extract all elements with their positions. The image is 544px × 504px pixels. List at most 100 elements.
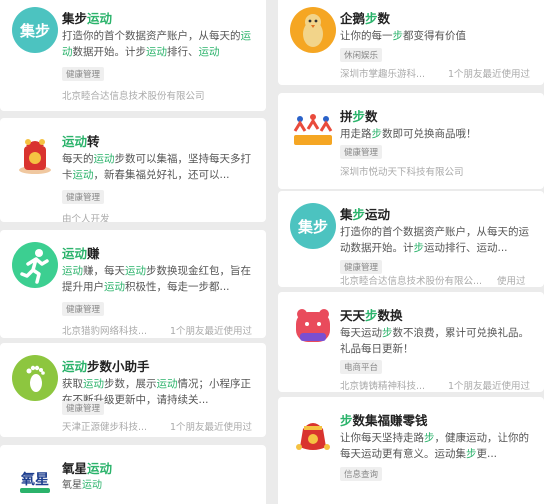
mini-program-title: 步数集福赚零钱 <box>340 410 428 429</box>
keyword-highlight: 步 <box>365 308 378 323</box>
left-results-column: 集步 集步运动 打造你的首个数据资产账户，从每天的运动数据开始。计步运动排行、运… <box>0 0 266 504</box>
developer-name: 北京铸铸精神科技... <box>340 381 426 392</box>
footprint-icon <box>12 355 58 401</box>
developer-name: 深圳市悦动天下科技有限公司 <box>340 167 464 178</box>
text-segment: 数据开始。计步 <box>72 46 147 58</box>
mini-program-description: 每天运动步数不浪费，累计可兑换礼品。礼品每日更新！ <box>340 325 534 357</box>
mini-program-title: 运动转 <box>62 131 100 150</box>
friends-used-indicator: 1个朋友最近使用过 <box>170 326 253 337</box>
category-tag: 健康管理 <box>62 67 105 81</box>
list-item[interactable]: 氧星 氧星运动 氧星运动 <box>0 445 266 504</box>
category-tag: 健康管理 <box>62 190 105 204</box>
keyword-highlight: 步 <box>365 11 378 26</box>
text-segment: 数 <box>365 109 378 124</box>
mini-program-title: 集步运动 <box>340 204 390 223</box>
keyword-highlight: 运动 <box>104 281 125 293</box>
list-item[interactable]: 步数集福赚零钱 让你每天坚持走路步，健康运动，让你的每天运动更有意义。运动集步更… <box>278 397 544 504</box>
text-segment: 每天运动 <box>340 327 382 339</box>
mini-program-title: 集步运动 <box>62 8 112 27</box>
penguin-icon <box>290 7 336 53</box>
keyword-highlight: 步 <box>382 327 393 339</box>
mini-program-title: 运动赚 <box>62 243 100 262</box>
keyword-highlight: 运动 <box>62 246 88 261</box>
keyword-highlight: 步 <box>424 432 435 444</box>
list-item[interactable]: 拼步数 用走路步数即可兑换商品哦！ 健康管理 深圳市悦动天下科技有限公司 <box>278 93 544 189</box>
keyword-highlight: 运动 <box>87 461 113 476</box>
text-segment: 氧星 <box>62 480 82 491</box>
text-segment: 数 <box>377 11 391 26</box>
keyword-highlight: 运动 <box>87 11 113 26</box>
category-tag: 健康管理 <box>62 302 105 316</box>
list-item[interactable]: 企鹅步数 让你的每一步都变得有价值 休闲娱乐 深圳市掌趣乐游科... 1个朋友最… <box>278 0 544 85</box>
list-item[interactable]: 运动步数小助手 获取运动步数，展示运动情况；小程序正在不断升级更新中，请持续关.… <box>0 343 266 437</box>
list-item[interactable]: 集步 集步运动 打造你的首个数据资产账户，从每天的运动数据开始。计步运动排行、运… <box>0 0 266 111</box>
text-segment: 集 <box>340 207 353 222</box>
developer-name: 北京猎豹网络科技... <box>62 326 148 337</box>
text-segment: 氧星 <box>62 461 88 476</box>
friends-used-indicator: 1个朋友最近使用过 <box>448 381 531 392</box>
mini-program-description: 让你每天坚持走路步，健康运动，让你的每天运动更有意义。运动集步更... <box>340 430 534 462</box>
keyword-highlight: 步 <box>340 413 353 428</box>
text-segment: 运动排行、运动... <box>424 242 508 254</box>
keyword-highlight: 步 <box>413 242 425 254</box>
text-segment: 数换 <box>377 308 403 323</box>
list-item[interactable]: 天天步数换 每天运动步数不浪费，累计可兑换礼品。礼品每日更新！ 电商平台 北京铸… <box>278 292 544 392</box>
list-item[interactable]: 集步 集步运动 打造你的首个数据资产账户，从每天的运动数据开始。计步运动排行、运… <box>278 191 544 287</box>
text-segment: 让你每天坚持走路 <box>340 432 424 444</box>
mini-program-title: 企鹅步数 <box>340 8 390 27</box>
keyword-highlight: 步 <box>466 448 477 460</box>
mini-program-title: 拼步数 <box>340 106 378 125</box>
list-item[interactable]: 运动转 每天的运动步数可以集福，坚持每天多打卡运动，新春集福兑好礼，还可以...… <box>0 118 266 222</box>
fortune-bag-icon <box>290 409 336 455</box>
developer-name: 北京睦合达信息技术股份有限公... <box>340 276 483 287</box>
keyword-highlight: 步 <box>352 109 366 124</box>
text-segment: 转 <box>87 134 100 149</box>
category-tag: 健康管理 <box>62 401 105 415</box>
mini-program-description: 运动赚，每天运动步数换现金红包，旨在提升用户运动积极性，每走一步都... <box>62 263 256 295</box>
mini-program-description: 打造你的首个数据资产账户，从每天的运动数据开始。计步运动排行、运动 <box>62 28 256 60</box>
red-envelope-fortune-icon <box>12 130 58 176</box>
right-results-column: 企鹅步数 让你的每一步都变得有价值 休闲娱乐 深圳市掌趣乐游科... 1个朋友最… <box>278 0 544 504</box>
text-segment: 拼 <box>340 109 353 124</box>
keyword-highlight: 运动 <box>62 265 83 277</box>
keyword-highlight: 步 <box>392 30 404 42</box>
keyword-highlight: 运动 <box>125 265 146 277</box>
friends-used-indicator: 1个朋友最近使用过 <box>448 69 531 80</box>
developer-name: 深圳市掌趣乐游科... <box>340 69 426 80</box>
keyword-highlight: 运动 <box>198 46 220 58</box>
category-tag: 健康管理 <box>340 260 383 274</box>
text-segment: 用走路 <box>340 128 372 140</box>
jibu-logo-icon: 集步 <box>12 7 58 53</box>
mini-program-description: 氧星运动 <box>62 478 256 504</box>
text-segment: ，新春集福兑好礼，还可以... <box>93 169 230 181</box>
mini-program-description: 每天的运动步数可以集福，坚持每天多打卡运动，新春集福兑好礼，还可以... <box>62 151 256 183</box>
category-tag: 信息查询 <box>340 467 383 481</box>
text-segment: 步数小助手 <box>87 359 150 374</box>
text-segment: 数集福赚零钱 <box>352 413 428 428</box>
developer-name: 由个人开发 <box>62 214 110 222</box>
developer-name: 天津正源健步科技... <box>62 422 148 433</box>
keyword-highlight: 运动 <box>72 169 94 181</box>
keyword-highlight: 运动 <box>83 378 104 390</box>
text-segment: 获取 <box>62 378 83 390</box>
text-segment: 集步 <box>62 11 88 26</box>
text-segment: 企鹅 <box>340 11 366 26</box>
mini-program-title: 天天步数换 <box>340 305 403 324</box>
text-segment: 更... <box>476 448 498 460</box>
keyword-highlight: 步 <box>352 207 366 222</box>
text-segment: 打造你的首个数据资产账户，从每天的 <box>62 30 241 42</box>
developer-name: 北京睦合达信息技术股份有限公司 <box>62 91 205 102</box>
mini-program-description: 打造你的首个数据资产账户，从每天的运动数据开始。计步运动排行、运动... <box>340 224 534 256</box>
category-tag: 休闲娱乐 <box>340 48 383 62</box>
bear-step-exchange-icon <box>290 304 336 350</box>
category-tag: 电商平台 <box>340 360 383 374</box>
list-item[interactable]: 运动赚 运动赚，每天运动步数换现金红包，旨在提升用户运动积极性，每走一步都...… <box>0 230 266 338</box>
keyword-highlight: 运动 <box>93 153 115 165</box>
keyword-highlight: 运动 <box>82 480 102 491</box>
text-segment: 步数，展示 <box>104 378 157 390</box>
pinbushu-logo-icon <box>290 105 336 151</box>
keyword-highlight: 运动 <box>62 134 88 149</box>
keyword-highlight: 运动 <box>62 359 88 374</box>
friends-used-indicator: 1个朋友最近使用过 <box>170 422 253 433</box>
text-segment: 赚，每天 <box>83 265 125 277</box>
